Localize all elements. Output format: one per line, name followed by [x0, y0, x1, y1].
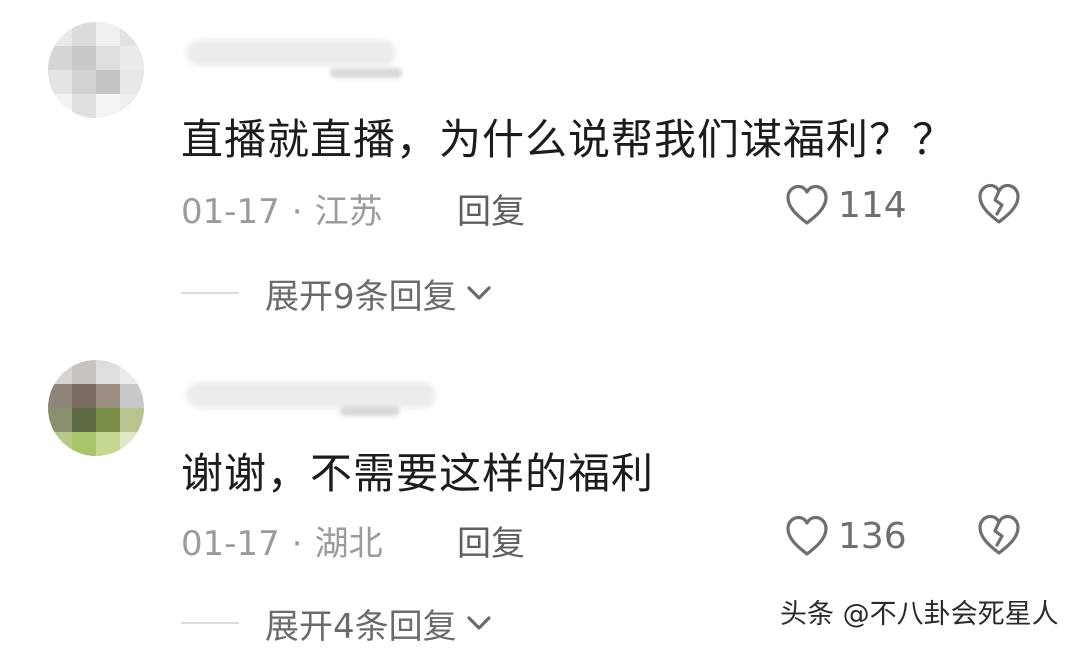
dislike-button[interactable] [975, 513, 1023, 561]
dislike-button[interactable] [975, 182, 1023, 230]
expand-replies-label: 展开9条回复 [265, 276, 457, 317]
username[interactable] [186, 40, 396, 66]
broken-heart-icon [978, 514, 1020, 555]
expand-replies[interactable]: 展开4条回复 [181, 600, 493, 647]
chevron-down-icon [467, 616, 491, 630]
like-count: 114 [838, 184, 907, 226]
comment-date: 01-17 [181, 524, 280, 564]
reply-button[interactable]: 回复 [457, 184, 525, 233]
meta-separator: · [291, 192, 303, 232]
broken-heart-icon [978, 183, 1020, 224]
heart-outline-icon [786, 515, 828, 556]
divider-line [181, 622, 239, 624]
chevron-down-icon [467, 286, 491, 300]
watermark: 头条 @不八卦会死星人 [780, 599, 1059, 630]
username-suffix [340, 406, 400, 416]
expand-replies[interactable]: 展开9条回复 [181, 270, 493, 317]
heart-outline-icon [786, 184, 828, 225]
expand-replies-label: 展开4条回复 [265, 606, 457, 647]
username-suffix [330, 68, 402, 78]
avatar[interactable] [48, 360, 144, 456]
reply-button[interactable]: 回复 [457, 516, 525, 565]
username[interactable] [186, 382, 436, 408]
comment-location: 湖北 [314, 524, 383, 564]
comment-item: 直播就直播，为什么说帮我们谋福利？？ 01-17 · 江苏 回复 114 展开9条回… [0, 0, 1080, 330]
comment-date: 01-17 [181, 192, 280, 232]
comment-text: 直播就直播，为什么说帮我们谋福利？？ [181, 115, 956, 164]
meta-separator: · [291, 524, 303, 564]
like-button[interactable]: 136 [784, 513, 907, 559]
comment-meta: 01-17 · 江苏 [181, 184, 383, 233]
like-count: 136 [838, 515, 907, 557]
comment-text: 谢谢，不需要这样的福利 [181, 449, 655, 498]
comment-location: 江苏 [314, 192, 383, 232]
divider-line [181, 292, 239, 294]
like-button[interactable]: 114 [784, 182, 907, 228]
avatar[interactable] [48, 22, 144, 118]
comment-meta: 01-17 · 湖北 [181, 516, 383, 565]
